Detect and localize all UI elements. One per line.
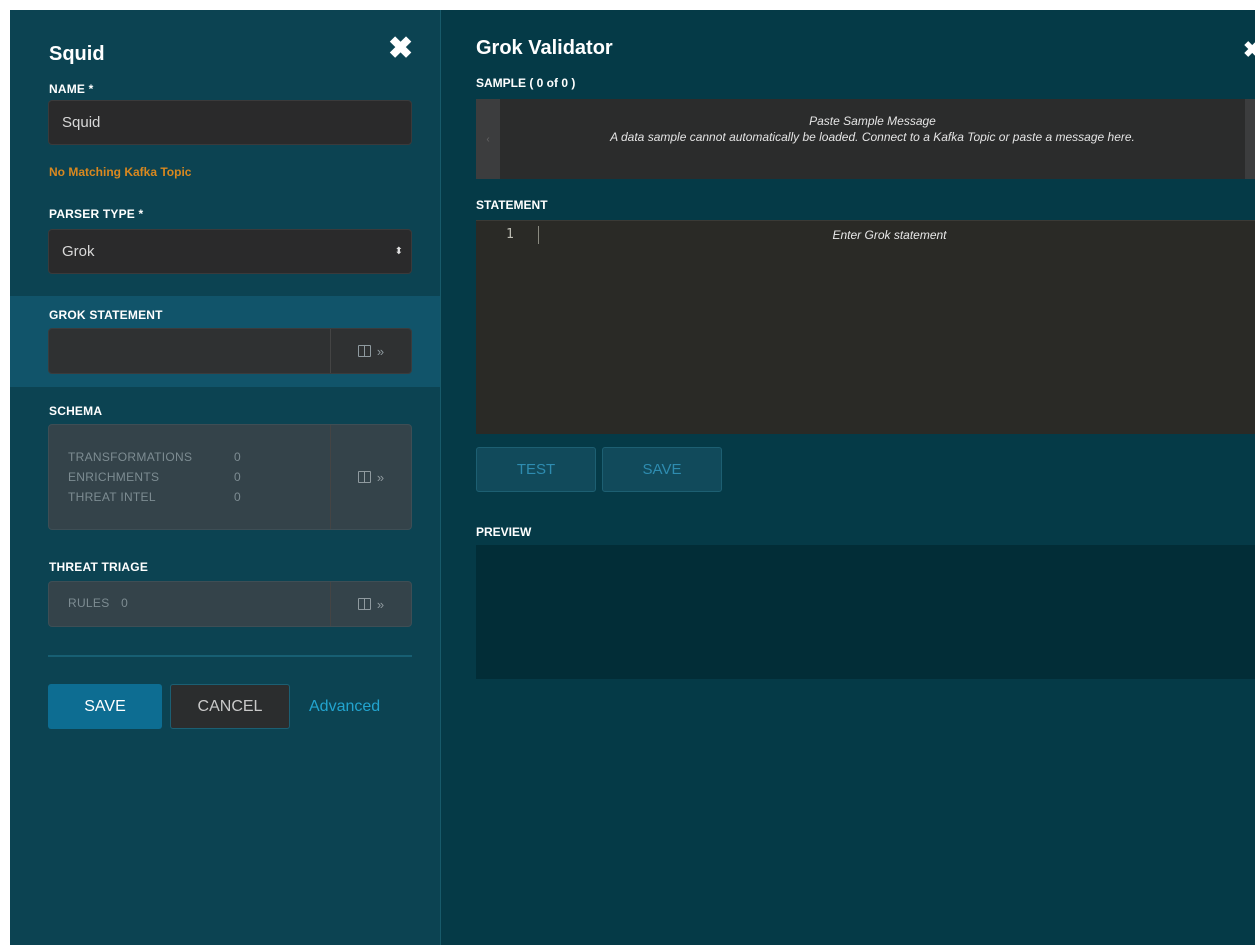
select-arrows-icon: ⬍ bbox=[394, 246, 403, 257]
schema-row-count: 0 bbox=[234, 470, 241, 484]
schema-expand-button[interactable]: » bbox=[330, 425, 411, 529]
schema-row-enrichments: ENRICHMENTS 0 bbox=[68, 470, 241, 484]
parser-config-panel: Squid ✖ NAME * Squid No Matching Kafka T… bbox=[10, 10, 441, 945]
schema-row-threat-intel: THREAT INTEL 0 bbox=[68, 490, 241, 504]
preview-label: PREVIEW bbox=[476, 525, 532, 539]
parser-type-select[interactable]: Grok ⬍ bbox=[48, 229, 412, 274]
grok-statement-section: GROK STATEMENT » bbox=[10, 296, 440, 387]
name-label: NAME * bbox=[49, 82, 94, 96]
threat-triage-label: THREAT TRIAGE bbox=[49, 560, 149, 574]
save-button[interactable]: SAVE bbox=[48, 684, 162, 729]
schema-label: SCHEMA bbox=[49, 404, 103, 418]
statement-editor[interactable]: 1 Enter Grok statement bbox=[476, 220, 1255, 434]
book-icon bbox=[357, 598, 371, 610]
book-icon bbox=[357, 345, 371, 357]
threat-triage-expand-button[interactable]: » bbox=[330, 582, 411, 626]
schema-row-count: 0 bbox=[234, 450, 241, 464]
sample-message: A data sample cannot automatically be lo… bbox=[610, 130, 1135, 144]
sample-title: Paste Sample Message bbox=[809, 114, 936, 128]
rules-label: RULES bbox=[68, 596, 110, 610]
panel-title: Squid bbox=[49, 43, 105, 65]
divider bbox=[48, 655, 412, 657]
book-icon bbox=[357, 471, 371, 483]
statement-label: STATEMENT bbox=[476, 198, 548, 212]
sample-message-area[interactable]: ‹ Paste Sample Message A data sample can… bbox=[476, 99, 1255, 179]
schema-row-name: TRANSFORMATIONS bbox=[68, 450, 193, 464]
sample-label: SAMPLE ( 0 of 0 ) bbox=[476, 76, 576, 90]
sample-placeholder: Paste Sample Message A data sample canno… bbox=[500, 113, 1245, 145]
schema-field[interactable]: TRANSFORMATIONS 0 ENRICHMENTS 0 THREAT I… bbox=[48, 424, 412, 530]
advanced-link[interactable]: Advanced bbox=[309, 698, 380, 716]
schema-row-transformations: TRANSFORMATIONS 0 bbox=[68, 450, 241, 464]
double-chevron-right-icon: » bbox=[376, 596, 385, 612]
threat-triage-field[interactable]: RULES 0 » bbox=[48, 581, 412, 627]
schema-row-count: 0 bbox=[234, 490, 241, 504]
schema-row-name: ENRICHMENTS bbox=[68, 470, 160, 484]
rules-row: RULES 0 bbox=[68, 596, 128, 610]
schema-row-name: THREAT INTEL bbox=[68, 490, 156, 504]
name-input[interactable]: Squid bbox=[48, 100, 412, 145]
close-icon[interactable]: ✖ bbox=[388, 34, 413, 64]
statement-placeholder: Enter Grok statement bbox=[832, 228, 947, 242]
parser-type-label: PARSER TYPE * bbox=[49, 207, 144, 221]
kafka-topic-warning: No Matching Kafka Topic bbox=[49, 165, 192, 179]
double-chevron-right-icon: » bbox=[376, 343, 385, 359]
rules-count: 0 bbox=[121, 596, 129, 610]
test-button[interactable]: TEST bbox=[476, 447, 596, 492]
preview-area bbox=[476, 545, 1255, 679]
close-icon[interactable]: ✖ bbox=[1243, 37, 1255, 63]
editor-gutter: 1 bbox=[476, 221, 536, 434]
grok-statement-expand-button[interactable]: » bbox=[330, 329, 411, 373]
grok-validator-title: Grok Validator bbox=[476, 37, 613, 59]
next-sample-button[interactable] bbox=[1245, 99, 1255, 179]
validator-save-button[interactable]: SAVE bbox=[602, 447, 722, 492]
double-chevron-right-icon: » bbox=[376, 469, 385, 485]
grok-statement-label: GROK STATEMENT bbox=[49, 308, 163, 322]
parser-type-value: Grok bbox=[62, 243, 95, 260]
previous-sample-button[interactable]: ‹ bbox=[476, 99, 500, 179]
cancel-button[interactable]: CANCEL bbox=[170, 684, 290, 729]
grok-statement-field[interactable]: » bbox=[48, 328, 412, 374]
